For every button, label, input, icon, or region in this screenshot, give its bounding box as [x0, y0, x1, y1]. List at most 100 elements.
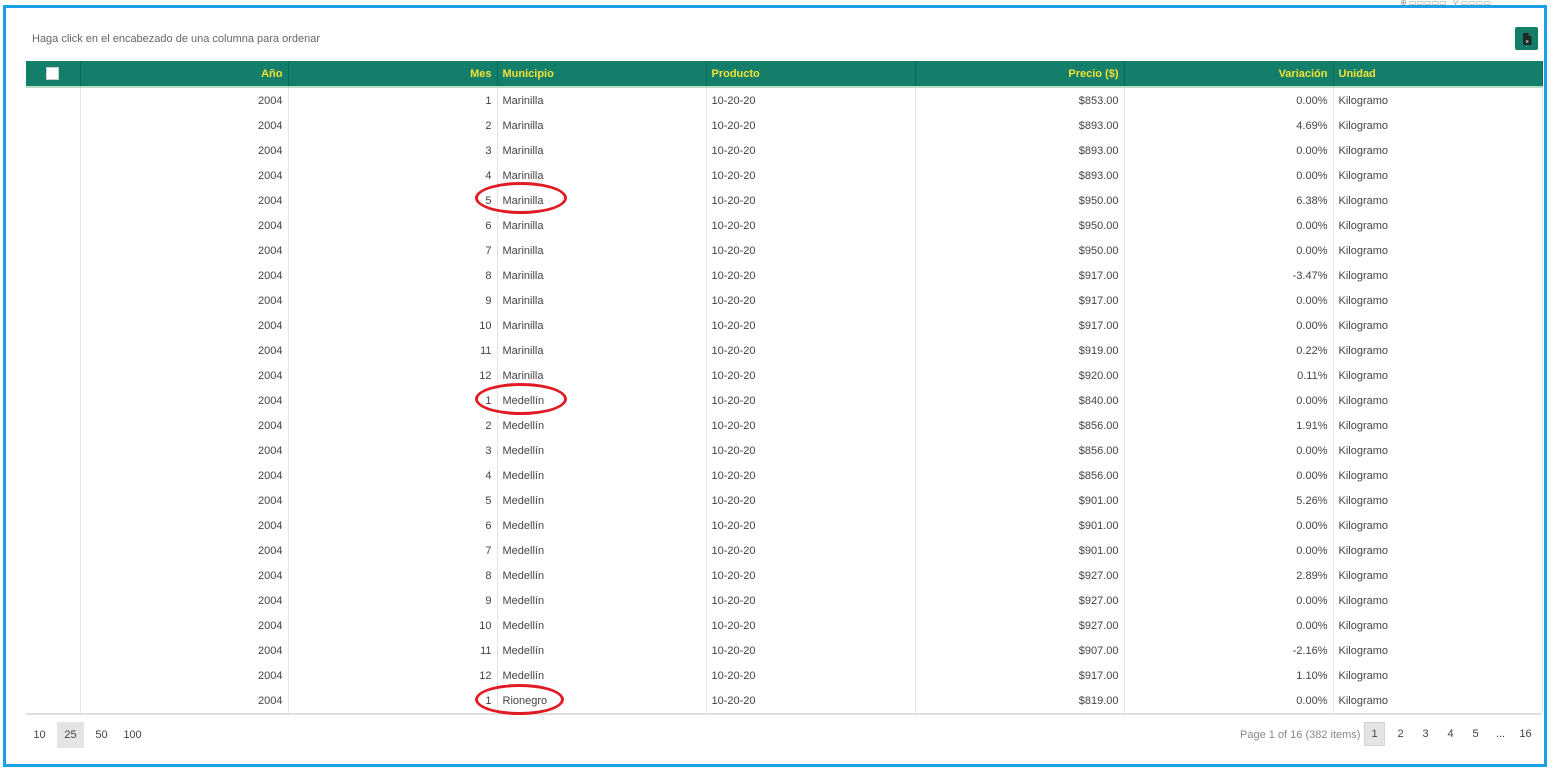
column-header-precio[interactable]: Precio ($) [915, 61, 1125, 88]
row-select-cell[interactable] [26, 263, 81, 288]
cell-unidad: Kilogramo [1333, 588, 1543, 613]
page-size-selector: 10 25 50 100 [26, 722, 150, 748]
row-select-cell[interactable] [26, 588, 81, 613]
cell-year: 2004 [80, 238, 289, 263]
cell-unidad: Kilogramo [1333, 288, 1543, 313]
table-row[interactable]: 2004 4 Medellín 10-20-20 $856.00 0.00% Kilogra… [26, 463, 1543, 488]
cell-unidad: Kilogramo [1333, 413, 1543, 438]
table-row[interactable]: 2004 11 Medellín 10-20-20 $907.00 -2.16% Kilog… [26, 638, 1543, 663]
cell-year: 2004 [80, 463, 289, 488]
column-header-producto[interactable]: Producto [706, 61, 916, 88]
cell-municipio: Marinilla [497, 238, 707, 263]
table-row[interactable]: 2004 9 Medellín 10-20-20 $927.00 0.00% Kilogra… [26, 588, 1543, 613]
row-select-cell[interactable] [26, 87, 81, 113]
row-select-cell[interactable] [26, 538, 81, 563]
row-select-cell[interactable] [26, 238, 81, 263]
table-row[interactable]: 2004 2 Marinilla 10-20-20 $893.00 4.69% Kilogr… [26, 113, 1543, 138]
column-header-municipio[interactable]: Municipio [497, 61, 707, 88]
row-select-cell[interactable] [26, 488, 81, 513]
cell-variacion: 4.69% [1124, 113, 1334, 138]
table-row[interactable]: 2004 3 Medellín 10-20-20 $856.00 0.00% Kilogra… [26, 438, 1543, 463]
row-select-cell[interactable] [26, 563, 81, 588]
table-row[interactable]: 2004 1 Medellín 10-20-20 $840.00 0.00% Kilogra… [26, 388, 1543, 413]
row-select-cell[interactable] [26, 288, 81, 313]
table-row[interactable]: 2004 12 Medellín 10-20-20 $917.00 1.10% Kilogr… [26, 663, 1543, 688]
row-select-cell[interactable] [26, 138, 81, 163]
cell-producto: 10-20-20 [706, 563, 916, 588]
select-all-checkbox[interactable] [46, 67, 60, 80]
row-select-cell[interactable] [26, 113, 81, 138]
row-select-cell[interactable] [26, 213, 81, 238]
page-button-3[interactable]: 3 [1416, 722, 1435, 746]
cell-variacion: 0.00% [1124, 463, 1334, 488]
cell-year: 2004 [80, 338, 289, 363]
row-select-cell[interactable] [26, 163, 81, 188]
table-row[interactable]: 2004 5 Marinilla 10-20-20 $950.00 6.38% Kilogr… [26, 188, 1543, 213]
table-row[interactable]: 2004 6 Medellín 10-20-20 $901.00 0.00% Kilogra… [26, 513, 1543, 538]
column-header-variacion[interactable]: Variación [1124, 61, 1334, 88]
table-row[interactable]: 2004 12 Marinilla 10-20-20 $920.00 0.11% Kilog… [26, 363, 1543, 388]
cell-variacion: 0.00% [1124, 613, 1334, 638]
row-select-cell[interactable] [26, 188, 81, 213]
row-select-cell[interactable] [26, 388, 81, 413]
page-button-5[interactable]: 5 [1466, 722, 1485, 746]
page-button-4[interactable]: 4 [1441, 722, 1460, 746]
row-select-cell[interactable] [26, 613, 81, 638]
cell-year: 2004 [80, 613, 289, 638]
row-select-cell[interactable] [26, 313, 81, 338]
table-row[interactable]: 2004 10 Medellín 10-20-20 $927.00 0.00% Kilogr… [26, 613, 1543, 638]
cell-month: 2 [288, 413, 498, 438]
table-row[interactable]: 2004 9 Marinilla 10-20-20 $917.00 0.00% Kilogr… [26, 288, 1543, 313]
cell-month: 8 [288, 263, 498, 288]
table-row[interactable]: 2004 8 Medellín 10-20-20 $927.00 2.89% Kilogra… [26, 563, 1543, 588]
table-row[interactable]: 2004 3 Marinilla 10-20-20 $893.00 0.00% Kilogr… [26, 138, 1543, 163]
table-body: 2004 1 Marinilla 10-20-20 $853.00 0.00% Kilogr… [26, 87, 1543, 713]
table-row[interactable]: 2004 1 Marinilla 10-20-20 $853.00 0.00% Kilogr… [26, 87, 1543, 113]
cell-producto: 10-20-20 [706, 238, 916, 263]
column-header-year[interactable]: Año [80, 61, 289, 88]
cell-precio: $893.00 [915, 163, 1125, 188]
table-row[interactable]: 2004 10 Marinilla 10-20-20 $917.00 0.00% Kilog… [26, 313, 1543, 338]
page-size-50[interactable]: 50 [88, 722, 115, 748]
row-select-cell[interactable] [26, 413, 81, 438]
cell-producto: 10-20-20 [706, 363, 916, 388]
table-row[interactable]: 2004 6 Marinilla 10-20-20 $950.00 0.00% Kilogr… [26, 213, 1543, 238]
cell-month: 2 [288, 113, 498, 138]
cell-precio: $917.00 [915, 663, 1125, 688]
row-select-cell[interactable] [26, 463, 81, 488]
table-row[interactable]: 2004 11 Marinilla 10-20-20 $919.00 0.22% Kilog… [26, 338, 1543, 363]
table-row[interactable]: 2004 1 Rionegro 10-20-20 $819.00 0.00% Kilogra… [26, 688, 1543, 713]
cell-producto: 10-20-20 [706, 213, 916, 238]
table-row[interactable]: 2004 2 Medellín 10-20-20 $856.00 1.91% Kilogra… [26, 413, 1543, 438]
table-row[interactable]: 2004 4 Marinilla 10-20-20 $893.00 0.00% Kilogr… [26, 163, 1543, 188]
row-select-cell[interactable] [26, 688, 81, 713]
cell-variacion: 6.38% [1124, 188, 1334, 213]
column-header-unidad[interactable]: Unidad [1333, 61, 1543, 88]
column-header-month[interactable]: Mes [288, 61, 498, 88]
cell-municipio: Medellín [497, 563, 707, 588]
page-size-10[interactable]: 10 [26, 722, 53, 748]
table-row[interactable]: 2004 7 Medellín 10-20-20 $901.00 0.00% Kilogra… [26, 538, 1543, 563]
row-select-cell[interactable] [26, 438, 81, 463]
table-row[interactable]: 2004 8 Marinilla 10-20-20 $917.00 -3.47% Kilog… [26, 263, 1543, 288]
page-size-25[interactable]: 25 [57, 722, 84, 748]
cell-month: 1 [288, 87, 498, 113]
cell-unidad: Kilogramo [1333, 87, 1543, 113]
cell-variacion: 1.91% [1124, 413, 1334, 438]
page-button-1[interactable]: 1 [1364, 722, 1385, 746]
row-select-cell[interactable] [26, 638, 81, 663]
row-select-cell[interactable] [26, 363, 81, 388]
cell-unidad: Kilogramo [1333, 188, 1543, 213]
export-excel-button[interactable]: x [1515, 27, 1538, 50]
table-row[interactable]: 2004 7 Marinilla 10-20-20 $950.00 0.00% Kilogr… [26, 238, 1543, 263]
row-select-cell[interactable] [26, 338, 81, 363]
page-button-16[interactable]: 16 [1516, 722, 1535, 746]
page-button-2[interactable]: 2 [1391, 722, 1410, 746]
page-size-100[interactable]: 100 [119, 722, 146, 748]
row-select-cell[interactable] [26, 663, 81, 688]
cell-month: 9 [288, 588, 498, 613]
select-all-header[interactable] [26, 61, 81, 88]
table-row[interactable]: 2004 5 Medellín 10-20-20 $901.00 5.26% Kilogra… [26, 488, 1543, 513]
row-select-cell[interactable] [26, 513, 81, 538]
cell-year: 2004 [80, 113, 289, 138]
